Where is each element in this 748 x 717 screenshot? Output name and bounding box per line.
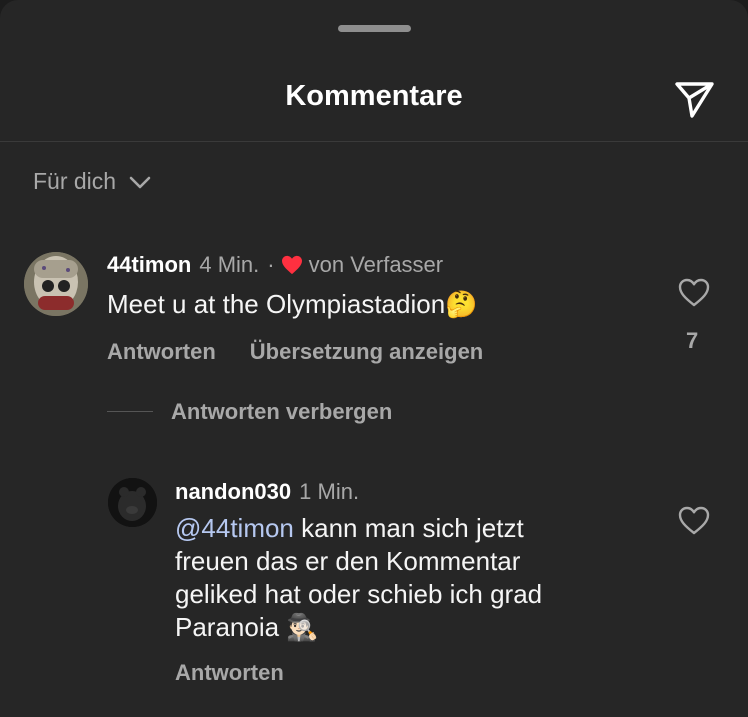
comment-text: Meet u at the Olympiastadion🤔 (107, 289, 478, 319)
author-like-heart-icon (281, 255, 302, 275)
comment-text: @44timon kann man sich jetzt freuen das … (175, 512, 645, 644)
heart-icon[interactable] (678, 506, 710, 536)
filter-label: Für dich (33, 168, 117, 194)
comments-sheet: Kommentare Für dich 44timon 4 Min. · von… (0, 0, 748, 717)
comment-actions: Antworten (175, 660, 284, 686)
avatar[interactable] (108, 478, 157, 527)
comment-text-line: geliked hat oder schieb ich grad (175, 579, 543, 609)
comment-time: 1 Min. (299, 479, 360, 504)
liked-by-author-label: von Verfasser (308, 252, 444, 277)
comment-text-line: kann man sich jetzt (293, 513, 524, 543)
comment-meta: nandon030 1 Min. (175, 479, 359, 505)
share-icon[interactable] (672, 76, 716, 120)
comment-text-line: freuen das er den Kommentar (175, 546, 521, 576)
replies-divider-line (107, 411, 153, 412)
username[interactable]: nandon030 (175, 479, 291, 505)
chevron-down-icon (129, 176, 151, 188)
reply-button[interactable]: Antworten (175, 660, 284, 686)
avatar[interactable] (24, 252, 88, 316)
heart-icon[interactable] (678, 278, 710, 308)
comment-actions: Antworten Übersetzung anzeigen (107, 339, 483, 365)
comment-text-line: Paranoia 🕵🏻‍♂️ (175, 612, 319, 642)
reply-button[interactable]: Antworten (107, 339, 216, 365)
sheet-grabber[interactable] (338, 25, 411, 32)
page-title: Kommentare (285, 80, 463, 112)
mention-link[interactable]: @44timon (175, 513, 294, 543)
meta-separator: · (267, 252, 275, 277)
sort-filter-button[interactable]: Für dich (33, 168, 152, 195)
hide-replies-button[interactable]: Antworten verbergen (171, 399, 392, 425)
comment-time: 4 Min. (199, 252, 260, 277)
username[interactable]: 44timon (107, 252, 191, 278)
like-count: 7 (686, 328, 699, 353)
translate-button[interactable]: Übersetzung anzeigen (250, 339, 483, 365)
header-divider (0, 141, 748, 142)
comment-meta: 44timon 4 Min. · von Verfasser (107, 252, 443, 278)
